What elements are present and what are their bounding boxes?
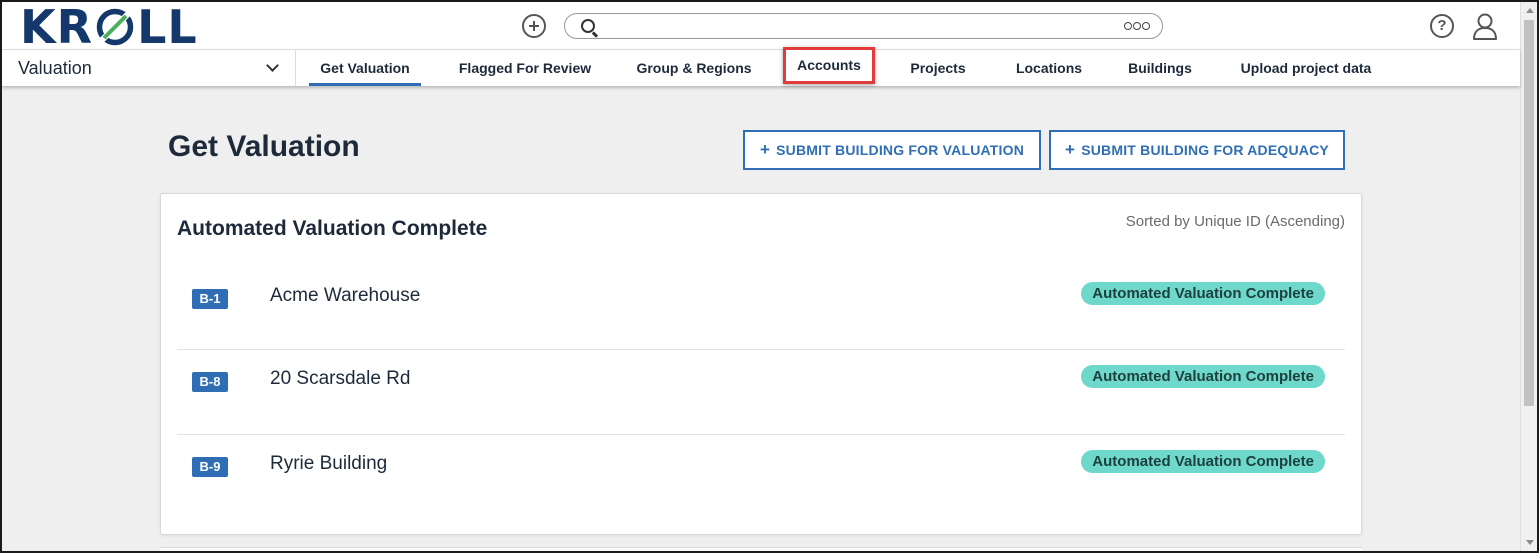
tab-buildings[interactable]: Buildings [1124,50,1196,86]
building-name[interactable]: Ryrie Building [270,453,387,475]
status-badge: Automated Valuation Complete [1081,365,1325,388]
help-icon[interactable]: ? [1430,14,1454,38]
plus-icon: + [1065,140,1076,159]
top-bar: KR LL ? [2,0,1520,54]
module-label: Valuation [18,58,92,78]
logo-o-mark-icon [96,8,134,46]
module-selector[interactable]: Valuation [2,50,296,86]
submit-building-for-valuation-button[interactable]: + SUBMIT BUILDING FOR VALUATION [743,130,1041,170]
search-options-icon[interactable] [1124,19,1150,33]
building-id-badge: B-9 [192,457,228,477]
page-title: Get Valuation [168,130,360,163]
tab-get-valuation[interactable]: Get Valuation [309,50,421,86]
status-badge: Automated Valuation Complete [1081,450,1325,473]
user-profile-icon[interactable] [1472,12,1498,40]
card-title: Automated Valuation Complete [177,217,488,240]
submit-building-for-adequacy-button[interactable]: + SUBMIT BUILDING FOR ADEQUACY [1049,130,1345,170]
global-search-input[interactable] [564,13,1163,39]
vertical-scrollbar[interactable] [1520,2,1537,551]
tab-locations[interactable]: Locations [1010,50,1088,86]
tab-accounts[interactable]: Accounts [783,47,875,84]
module-nav-bar: Valuation Get Valuation Flagged For Revi… [2,47,1520,86]
list-item[interactable]: B-1 Acme Warehouse Automated Valuation C… [177,265,1345,350]
building-id-badge: B-1 [192,289,228,309]
building-id-badge: B-8 [192,372,228,392]
status-badge: Automated Valuation Complete [1081,282,1325,305]
sort-order-label[interactable]: Sorted by Unique ID (Ascending) [1126,213,1345,230]
list-item[interactable]: B-8 20 Scarsdale Rd Automated Valuation … [177,349,1345,434]
tab-projects[interactable]: Projects [905,50,971,86]
tab-group-regions[interactable]: Group & Regions [632,50,756,86]
valuation-results-card: Automated Valuation Complete Sorted by U… [160,193,1362,535]
next-card-edge [160,547,1362,553]
add-new-icon[interactable] [522,14,546,38]
tab-upload-project-data[interactable]: Upload project data [1236,50,1376,86]
kroll-logo[interactable]: KR LL [20,0,198,54]
search-icon [581,19,595,33]
plus-icon: + [759,140,771,159]
scrollbar-thumb[interactable] [1524,20,1534,406]
tab-flagged-for-review[interactable]: Flagged For Review [454,50,596,86]
logo-text-left: KR [20,0,94,54]
logo-text-right: LL [137,0,198,54]
submit-valuation-label: SUBMIT BUILDING FOR VALUATION [776,142,1025,158]
list-item[interactable]: B-9 Ryrie Building Automated Valuation C… [177,434,1345,519]
chevron-down-icon [266,59,279,72]
scroll-down-arrow-icon[interactable] [1526,540,1534,545]
submit-adequacy-label: SUBMIT BUILDING FOR ADEQUACY [1081,142,1329,158]
scroll-up-arrow-icon[interactable] [1526,8,1534,13]
building-name[interactable]: Acme Warehouse [270,285,420,307]
building-name[interactable]: 20 Scarsdale Rd [270,368,410,390]
